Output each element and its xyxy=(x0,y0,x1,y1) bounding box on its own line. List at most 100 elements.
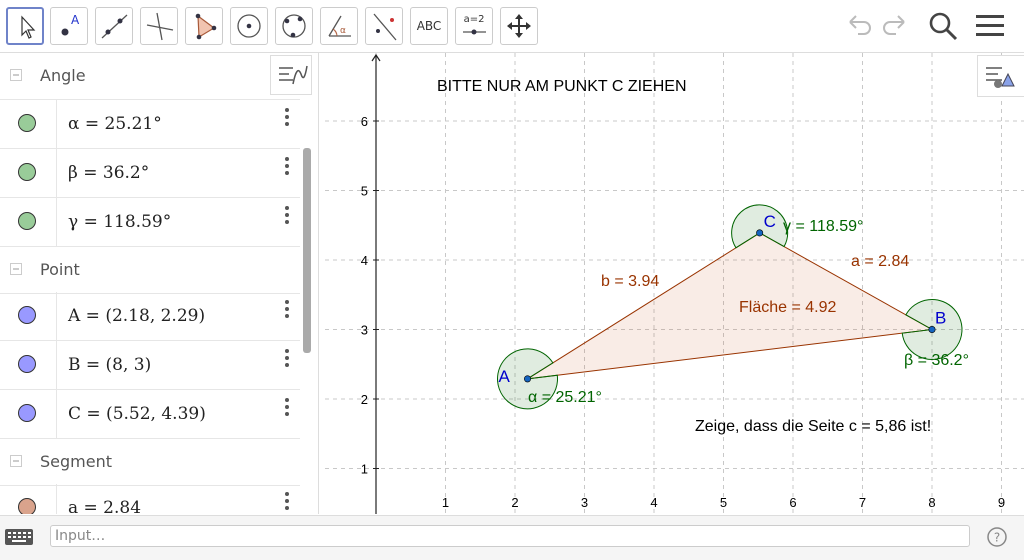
svg-text:α: α xyxy=(340,26,346,36)
angle-tool-button[interactable]: α xyxy=(320,7,358,45)
row-marker xyxy=(0,100,57,148)
algebra-expression[interactable]: B = (8, 3) xyxy=(68,355,151,375)
visibility-toggle[interactable] xyxy=(18,114,36,132)
algebra-view: Angle α = 25.21° β = 36.2° γ = 118.59° P… xyxy=(0,53,319,514)
polygon-tool-button[interactable] xyxy=(185,7,223,45)
x-tick-label: 4 xyxy=(650,495,657,510)
graphics-style-icon xyxy=(986,67,1015,88)
more-options-icon[interactable] xyxy=(282,490,292,514)
more-options-icon[interactable] xyxy=(282,155,292,179)
more-options-icon[interactable] xyxy=(282,396,292,420)
x-tick-label: 3 xyxy=(581,495,588,510)
point-tool-button[interactable]: A xyxy=(50,7,88,45)
point-label-c: C xyxy=(764,212,776,231)
y-tick-label: 4 xyxy=(361,253,368,268)
point-c[interactable] xyxy=(756,229,764,237)
slider-icon xyxy=(463,29,486,35)
circle-icon xyxy=(237,14,261,38)
visibility-toggle[interactable] xyxy=(18,355,36,373)
section-header-angle[interactable]: Angle xyxy=(0,53,300,100)
point-label-b: B xyxy=(935,309,946,328)
segment-label-b: b = 3.94 xyxy=(601,273,659,290)
y-tick-label: 3 xyxy=(361,323,368,338)
section-title: Angle xyxy=(40,66,86,85)
visibility-toggle[interactable] xyxy=(18,163,36,181)
row-marker xyxy=(0,390,57,438)
row-marker xyxy=(0,341,57,389)
graphics-style-button[interactable] xyxy=(977,55,1024,97)
point-a[interactable] xyxy=(524,375,532,383)
instruction-text: BITTE NUR AM PUNKT C ZIEHEN xyxy=(437,78,687,95)
algebra-expression[interactable]: β = 36.2° xyxy=(68,163,149,183)
cursor-arrow-icon xyxy=(21,15,36,39)
algebra-row-gamma[interactable]: γ = 118.59° xyxy=(0,198,300,247)
more-options-icon[interactable] xyxy=(282,204,292,228)
help-button[interactable]: ? xyxy=(986,526,1008,552)
move-graphics-tool-button[interactable] xyxy=(500,7,538,45)
point-icon: A xyxy=(61,13,80,36)
undo-button[interactable] xyxy=(842,10,876,44)
algebra-expression[interactable]: A = (2.18, 2.29) xyxy=(68,306,205,326)
x-tick-label: 5 xyxy=(720,495,727,510)
undo-icon xyxy=(849,15,871,35)
collapse-icon[interactable] xyxy=(10,69,22,81)
angle-label-alpha: α = 25.21° xyxy=(528,389,602,406)
scrollbar-thumb[interactable] xyxy=(303,148,311,353)
x-tick-label: 7 xyxy=(859,495,866,510)
redo-button[interactable] xyxy=(878,10,912,44)
circle-tool-button[interactable] xyxy=(230,7,268,45)
perpendicular-line-icon xyxy=(146,12,174,41)
algebra-row-segment-a[interactable]: a = 2.84 xyxy=(0,484,300,514)
move-arrows-icon xyxy=(507,14,531,38)
text-tool-label: ABC xyxy=(416,19,442,33)
sort-style-icon xyxy=(279,65,308,85)
point-label-a: A xyxy=(499,367,511,386)
move-tool-button[interactable] xyxy=(6,7,44,45)
menu-button[interactable] xyxy=(974,10,1008,48)
more-options-icon[interactable] xyxy=(282,106,292,130)
reflect-icon xyxy=(373,13,397,41)
input-field[interactable]: Input… xyxy=(50,525,970,547)
perpendicular-tool-button[interactable] xyxy=(140,7,178,45)
line-tool-button[interactable] xyxy=(95,7,133,45)
visibility-toggle[interactable] xyxy=(18,404,36,422)
x-tick-label: 8 xyxy=(928,495,935,510)
y-tick-label: 2 xyxy=(361,392,368,407)
conic-tool-button[interactable] xyxy=(275,7,313,45)
y-tick-label: 6 xyxy=(361,114,368,129)
text-tool-button[interactable]: ABC xyxy=(410,7,448,45)
graphics-view[interactable]: 1 2 3 4 5 6 7 8 9 1 2 3 4 5 6 A B Ca = 2.84 b = 3.94 Fläche… xyxy=(325,53,1024,528)
algebra-expression[interactable]: α = 25.21° xyxy=(68,114,162,134)
algebra-row-beta[interactable]: β = 36.2° xyxy=(0,149,300,198)
section-header-segment[interactable]: Segment xyxy=(0,439,300,486)
algebra-row-alpha[interactable]: α = 25.21° xyxy=(0,100,300,149)
algebra-style-button[interactable] xyxy=(270,55,312,95)
section-header-point[interactable]: Point xyxy=(0,247,300,294)
visibility-toggle[interactable] xyxy=(18,212,36,230)
slider-tool-button[interactable]: a=2 xyxy=(455,7,493,45)
angle-icon: α xyxy=(328,15,351,37)
redo-icon xyxy=(883,15,905,35)
x-tick-label: 6 xyxy=(789,495,796,510)
algebra-expression[interactable]: C = (5.52, 4.39) xyxy=(68,404,206,424)
reflect-tool-button[interactable] xyxy=(365,7,403,45)
visibility-toggle[interactable] xyxy=(18,306,36,324)
keyboard-button[interactable] xyxy=(4,526,34,552)
algebra-row-point-a[interactable]: A = (2.18, 2.29) xyxy=(0,292,300,341)
input-bar: Input… ? xyxy=(0,515,1024,560)
x-tick-label: 1 xyxy=(442,495,449,510)
algebra-expression[interactable]: γ = 118.59° xyxy=(68,212,171,232)
row-marker xyxy=(0,198,57,246)
algebra-row-point-c[interactable]: C = (5.52, 4.39) xyxy=(0,390,300,439)
algebra-row-point-b[interactable]: B = (8, 3) xyxy=(0,341,300,390)
angle-label-beta: β = 36.2° xyxy=(904,352,969,369)
search-button[interactable] xyxy=(926,10,960,48)
collapse-icon[interactable] xyxy=(10,455,22,467)
graphics-canvas[interactable]: 1 2 3 4 5 6 7 8 9 1 2 3 4 5 6 A B Ca = 2.84 b = 3.94 Fläche… xyxy=(325,53,1024,528)
visibility-toggle[interactable] xyxy=(18,498,36,514)
collapse-icon[interactable] xyxy=(10,263,22,275)
more-options-icon[interactable] xyxy=(282,347,292,371)
algebra-expression[interactable]: a = 2.84 xyxy=(68,498,141,514)
search-icon xyxy=(929,12,958,41)
more-options-icon[interactable] xyxy=(282,298,292,322)
